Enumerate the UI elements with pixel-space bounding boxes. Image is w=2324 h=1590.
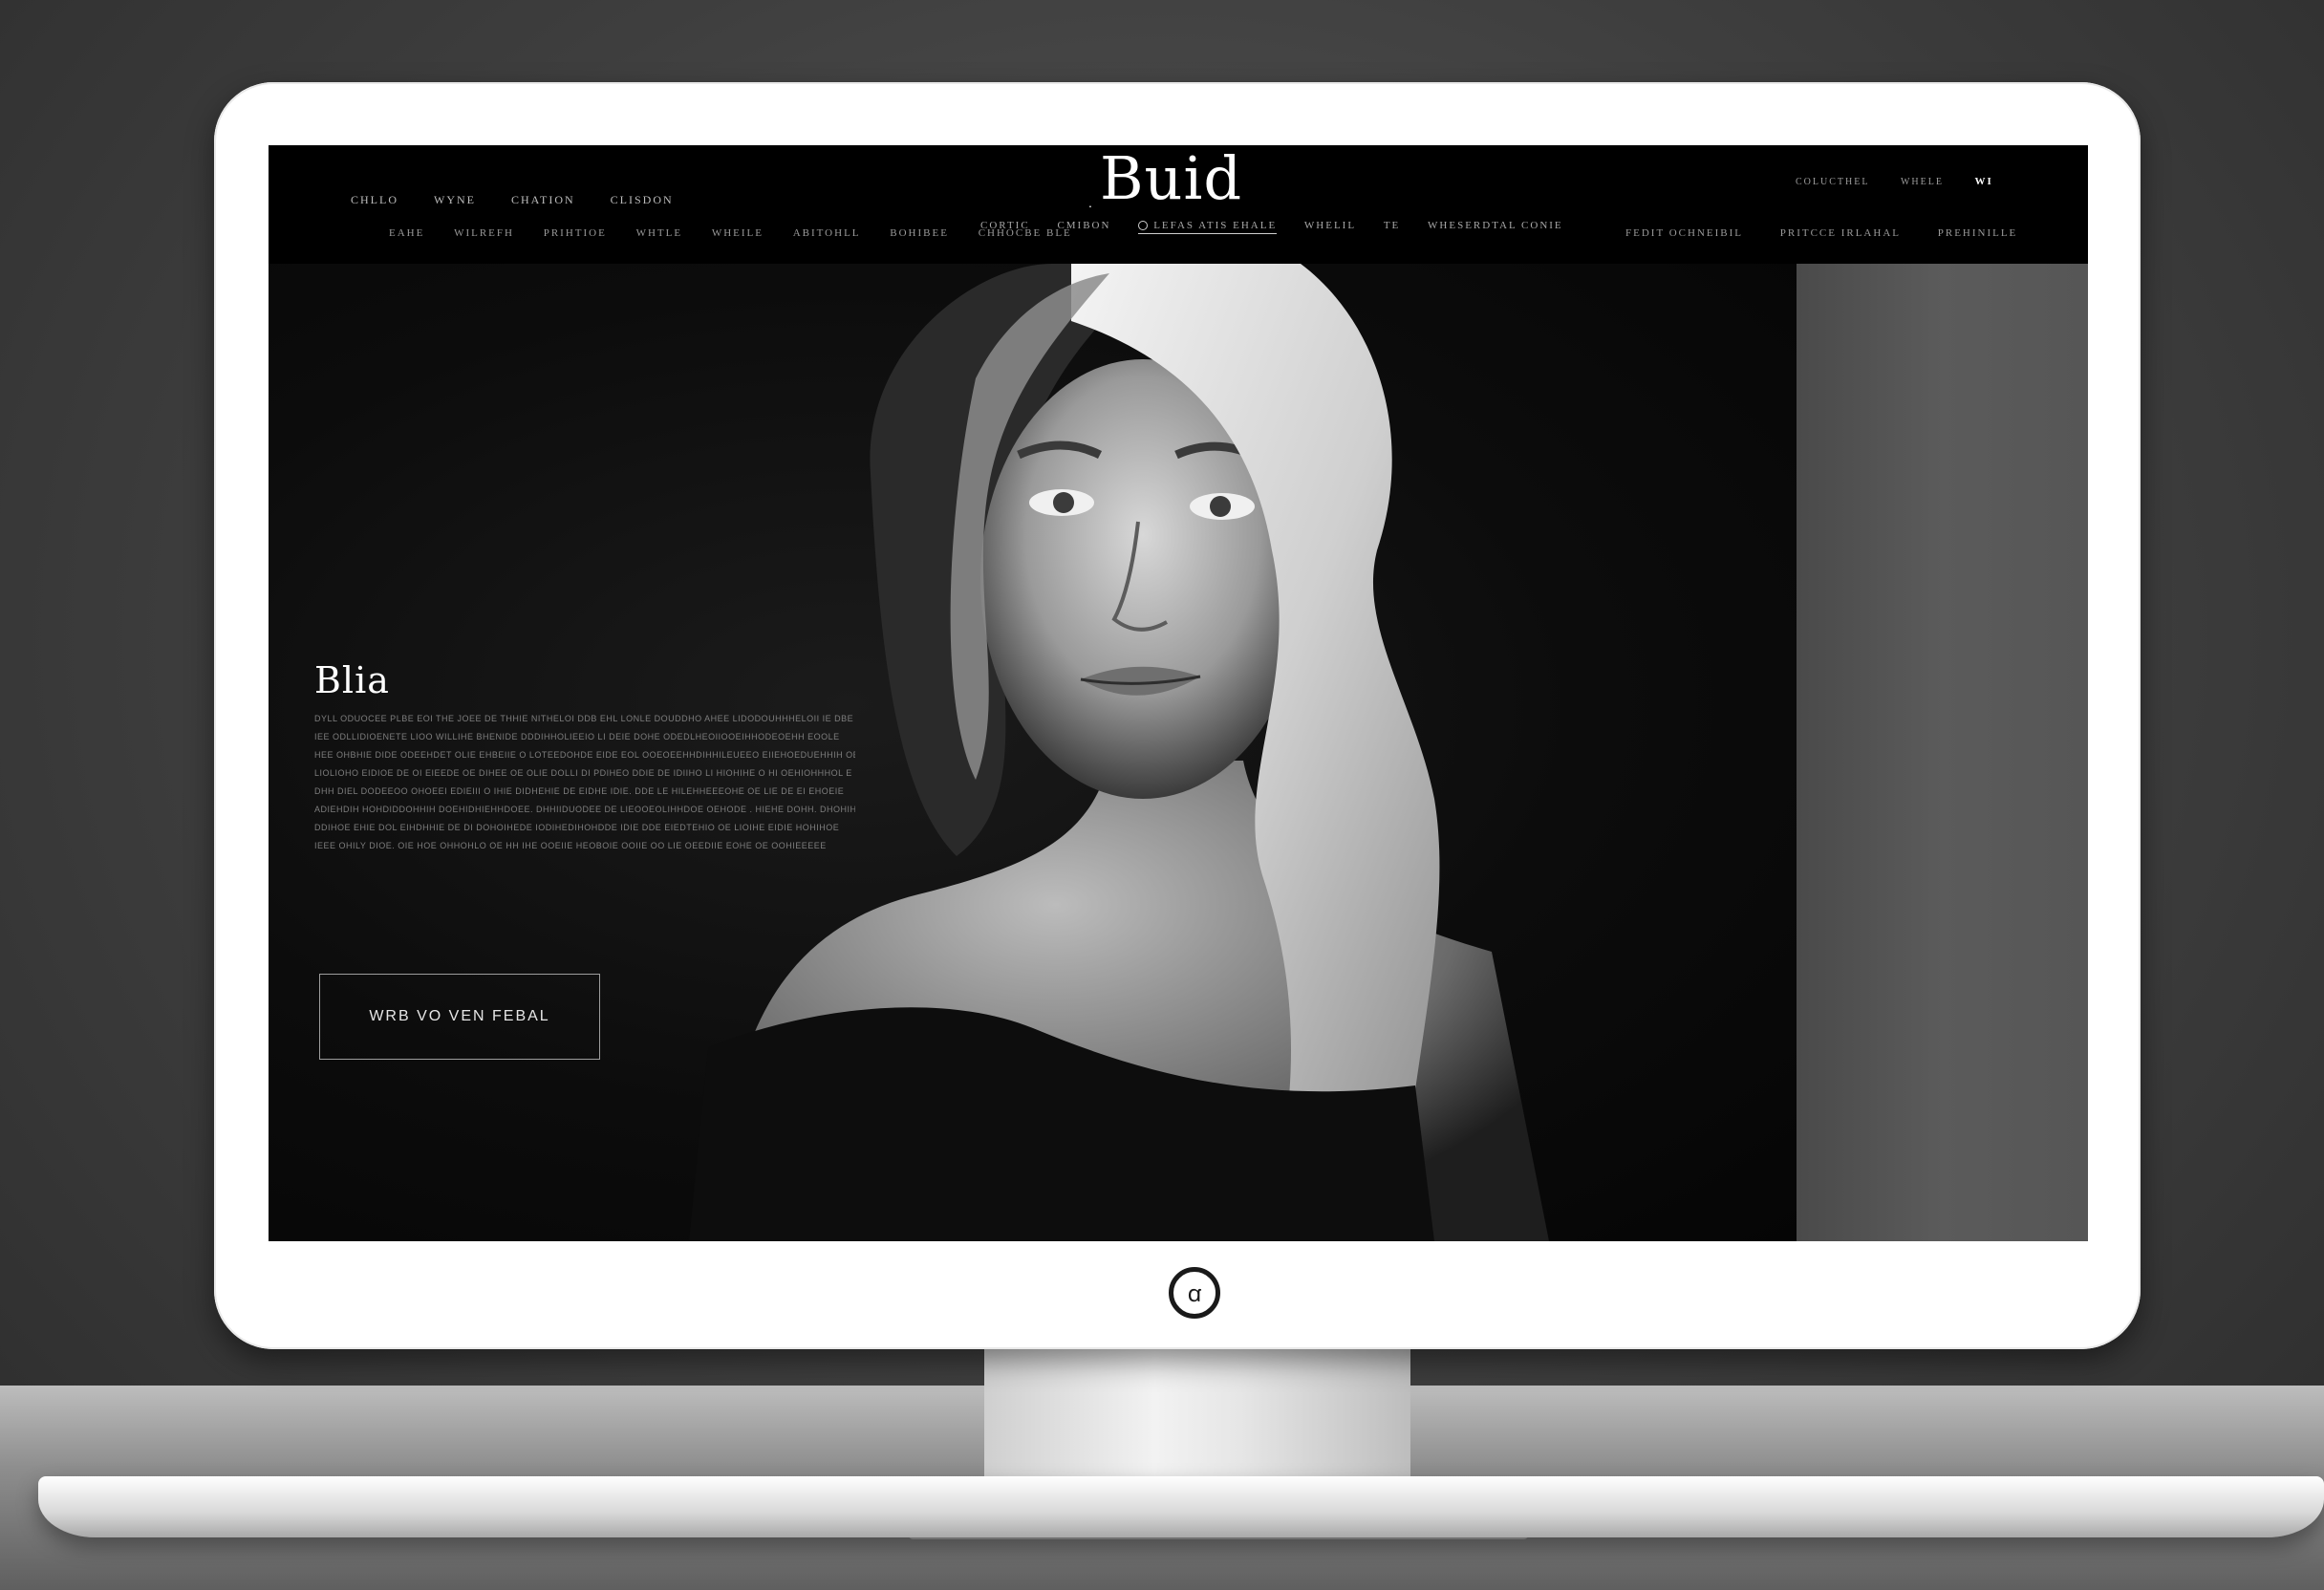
nav-item[interactable]: PRIHTIOE bbox=[544, 227, 607, 239]
hero-heading: Blia bbox=[314, 659, 390, 701]
secondary-nav-right: FEDIT OCHNEIBIL PRITCCE IRLAHAL PREHINIL… bbox=[1625, 227, 2050, 239]
top-left-nav: CHLLO WYNE CHATION CLISDON bbox=[351, 193, 704, 207]
hero-body-text: DYLL ODUOCEE PLBE EOI THE JOEE DE THHIE … bbox=[314, 710, 855, 855]
monitor-stand-base bbox=[38, 1476, 2324, 1537]
site-header: CHLLO WYNE CHATION CLISDON EAHE WILREFH … bbox=[269, 145, 2088, 264]
nav-item-label: LEFAS ATIS EHALE bbox=[1153, 220, 1278, 231]
nav-item[interactable]: CHATION bbox=[511, 193, 575, 207]
nav-item[interactable]: COLUCTHEL bbox=[1796, 177, 1869, 187]
nav-item[interactable]: CMIBON bbox=[1057, 220, 1110, 231]
nav-item[interactable]: WHTLE bbox=[636, 227, 682, 239]
nav-item[interactable]: WYNE bbox=[434, 193, 476, 207]
hero-body-line: ADIEHDIH HOHDIDDOHHIH DOEHIDHIEHHDOEE. D… bbox=[314, 805, 855, 814]
site-logo[interactable]: Buid bbox=[1100, 145, 1242, 212]
circle-icon bbox=[1138, 221, 1149, 231]
top-right-nav: COLUCTHEL WHELE WI bbox=[1796, 176, 2020, 187]
hero-body-line: LIOLIOHO EIDIOE DE OI EIEEDE OE DIHEE OE… bbox=[314, 768, 852, 778]
nav-item[interactable]: FEDIT OCHNEIBIL bbox=[1625, 227, 1743, 239]
nav-item[interactable]: WHELIL bbox=[1304, 220, 1356, 231]
monitor-stand-neck bbox=[984, 1338, 1410, 1481]
cta-button[interactable]: WRB VO VEN FEBAL bbox=[319, 974, 600, 1060]
hero-body-line: DDIHOE EHIE DOL EIHDHHIE DE DI DOHOIHEDE… bbox=[314, 823, 840, 832]
hero-body-line: HEE OHBHIE DIDE ODEEHDET OLIE EHBEIIE O … bbox=[314, 750, 855, 760]
nav-item-active[interactable]: LEFAS ATIS EHALE bbox=[1138, 220, 1278, 234]
hero-body-line: DHH DIEL DODEEOO OHOEEI EDIEIII O IHIE D… bbox=[314, 786, 845, 796]
secondary-nav-center: CORTIC CMIBON LEFAS ATIS EHALE WHELIL TE… bbox=[980, 220, 1586, 234]
nav-item[interactable]: EAHE bbox=[389, 227, 424, 239]
nav-item[interactable]: PRITCCE IRLAHAL bbox=[1780, 227, 1901, 239]
nav-item[interactable]: CORTIC bbox=[980, 220, 1030, 231]
hero-body-line: IEE ODLLIDIOENETE LIOO WILLIHE BHENIDE D… bbox=[314, 732, 840, 741]
nav-item[interactable]: WILREFH bbox=[454, 227, 514, 239]
nav-item[interactable]: BOHIBEE bbox=[890, 227, 949, 239]
hero-section: Blia DYLL ODUOCEE PLBE EOI THE JOEE DE T… bbox=[269, 264, 1797, 1241]
nav-item[interactable]: WHEILE bbox=[712, 227, 764, 239]
hero-body-line: DYLL ODUOCEE PLBE EOI THE JOEE DE THHIE … bbox=[314, 714, 855, 723]
monitor-screen: CHLLO WYNE CHATION CLISDON EAHE WILREFH … bbox=[269, 145, 2088, 1241]
hero-body-line: IEEE OHILY DIOE. OIE HOE OHHOHLO OE HH I… bbox=[314, 841, 827, 850]
nav-item[interactable]: ABITOHLL bbox=[793, 227, 861, 239]
nav-item[interactable]: PREHINILLE bbox=[1938, 227, 2018, 239]
nav-item[interactable]: TE bbox=[1384, 220, 1400, 231]
nav-item[interactable]: CHLLO bbox=[351, 193, 398, 207]
nav-item[interactable]: WHELE bbox=[1901, 177, 1944, 187]
power-logo-icon[interactable]: ꭤ bbox=[1169, 1267, 1220, 1319]
nav-item[interactable]: WHESERDTAL CONIE bbox=[1428, 220, 1563, 231]
account-link[interactable]: WI bbox=[1974, 176, 1992, 187]
side-panel bbox=[1797, 264, 2088, 1241]
nav-item[interactable]: CLISDON bbox=[611, 193, 674, 207]
logo-dot: . bbox=[1088, 195, 1092, 210]
